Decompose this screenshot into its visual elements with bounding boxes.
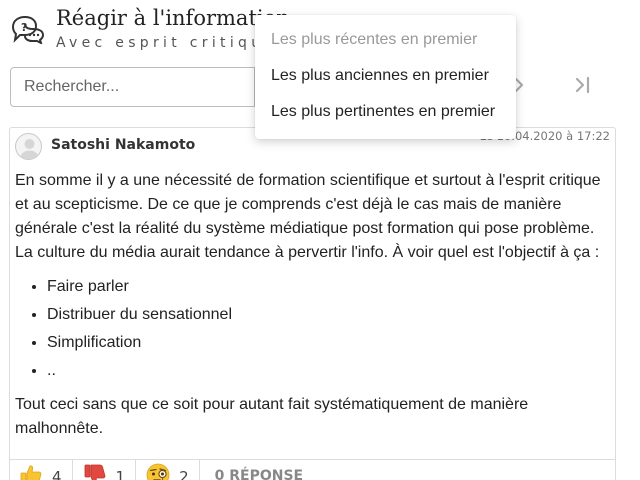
site-subtitle: Avec esprit critique [56,35,278,51]
chat-question-icon: ? [11,15,45,44]
reaction-count: 2 [179,468,189,480]
last-page-icon[interactable] [570,73,594,97]
comment-author[interactable]: Satoshi Nakamoto [51,137,195,153]
comment-list: Faire parler Distribuer du sensationnel … [47,273,611,385]
sort-option-oldest[interactable]: Les plus anciennes en premier [255,59,516,95]
avatar[interactable] [15,133,42,160]
svg-text:?: ? [21,21,27,34]
replies-link[interactable]: 0 RÉPONSE [200,460,303,480]
sort-option-relevant[interactable]: Les plus pertinentes en premier [255,95,516,131]
comment-card: Satoshi Nakamoto Le 10.04.2020 à 17:22 E… [9,127,616,480]
comment-paragraph: Tout ceci sans que ce soit pour autant f… [15,396,529,437]
reaction-thumbs-up-button[interactable]: 4 [9,460,73,480]
comment-paragraph: En somme il y a une nécessité de formati… [15,172,601,261]
thumbs-down-icon [84,464,105,480]
sort-dropdown-menu: Les plus récentes en premier Les plus an… [255,15,516,139]
reaction-count: 1 [115,468,126,480]
list-item: Simplification [47,329,611,357]
comment-body: En somme il y a une nécessité de formati… [15,169,611,441]
monocle-face-icon [146,463,170,480]
list-item: .. [47,357,611,385]
search-input[interactable] [10,67,255,107]
list-item: Distribuer du sensationnel [47,301,611,329]
reaction-thumbs-down-button[interactable]: 1 [73,460,137,480]
reaction-count: 4 [52,468,62,480]
reaction-monocle-button[interactable]: 2 [136,460,200,480]
list-item: Faire parler [47,273,611,301]
thumbs-up-icon [20,465,42,480]
sort-option-newest: Les plus récentes en premier [271,31,478,48]
reaction-bar: 4 1 2 0 RÉPONSE [9,459,616,480]
